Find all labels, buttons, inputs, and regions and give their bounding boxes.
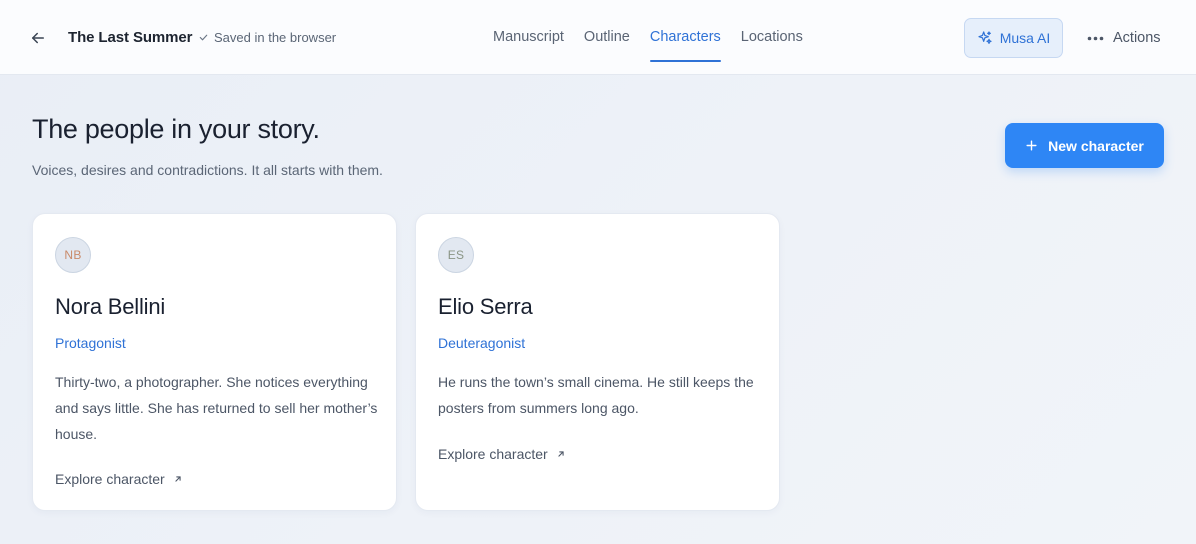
character-role: Deuteragonist [438, 335, 526, 351]
sparkles-icon [978, 31, 992, 44]
save-status-text: Saved in the browser [214, 30, 337, 45]
plus-icon [1026, 140, 1037, 151]
document-title: The Last Summer [68, 29, 193, 46]
tab-manuscript[interactable]: Manuscript [493, 0, 564, 75]
explore-character-link[interactable]: Explore character [55, 471, 183, 487]
more-horizontal-icon [1087, 36, 1104, 40]
avatar: NB [55, 237, 91, 273]
musa-ai-label: Musa AI [999, 30, 1051, 46]
arrow-up-right-icon [175, 476, 181, 482]
avatar: ES [438, 237, 474, 273]
back-button[interactable] [27, 27, 49, 49]
character-role: Protagonist [55, 335, 126, 351]
new-character-label: New character [1048, 137, 1144, 154]
main-nav: Manuscript Outline Characters Locations [493, 0, 803, 75]
check-icon [199, 34, 208, 41]
save-status: Saved in the browser [198, 30, 336, 45]
tab-outline[interactable]: Outline [584, 0, 630, 75]
page-title: The people in your story. [32, 114, 320, 144]
explore-character-link[interactable]: Explore character [438, 446, 566, 462]
character-card[interactable]: ES Elio Serra Deuteragonist He runs the … [415, 213, 780, 511]
musa-ai-button[interactable]: Musa AI [964, 18, 1063, 58]
explore-character-label: Explore character [438, 446, 548, 462]
explore-character-label: Explore character [55, 471, 165, 487]
page-subtitle: Voices, desires and contradictions. It a… [32, 162, 383, 178]
tab-characters[interactable]: Characters [649, 0, 721, 75]
arrow-left-icon [32, 32, 44, 44]
character-description: He runs the town’s small cinema. He stil… [438, 374, 754, 416]
top-bar: The Last Summer Saved in the browser Man… [0, 0, 1196, 75]
character-description: Thirty-two, a photographer. She notices … [55, 374, 378, 442]
new-character-button[interactable]: New character [1005, 123, 1164, 168]
actions-button[interactable]: Actions [1087, 18, 1161, 58]
character-card[interactable]: NB Nora Bellini Protagonist Thirty-two, … [32, 213, 397, 511]
actions-label: Actions [1113, 30, 1161, 46]
character-name: Nora Bellini [55, 294, 166, 319]
character-name: Elio Serra [438, 294, 533, 319]
tab-locations[interactable]: Locations [741, 0, 803, 75]
arrow-up-right-icon [558, 451, 564, 457]
